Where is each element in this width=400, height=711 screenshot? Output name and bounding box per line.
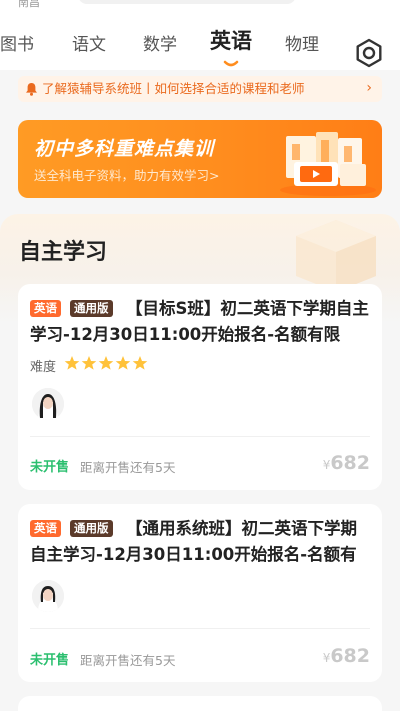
- teacher-avatar[interactable]: [32, 388, 64, 420]
- tab-physics[interactable]: 物理: [285, 34, 319, 56]
- notice-bar[interactable]: 了解猿辅导系统班丨如何选择合适的课程和老师 ›: [18, 76, 382, 102]
- star-icon: [98, 356, 114, 370]
- promo-banner[interactable]: 初中多科重难点集训 送全科电子资料，助力有效学习>: [18, 120, 382, 198]
- tab-books[interactable]: 图书: [0, 34, 34, 56]
- sale-status: 未开售: [30, 460, 70, 475]
- section-title: 自主学习: [19, 240, 108, 265]
- difficulty-label: 难度: [30, 360, 57, 375]
- course-price: ¥682: [323, 645, 370, 667]
- banner-title: 初中多科重难点集训: [34, 138, 215, 160]
- banner-subtitle: 送全科电子资料，助力有效学习>: [34, 168, 220, 183]
- books-illustration: [280, 132, 376, 196]
- tab-chinese[interactable]: 语文: [72, 34, 106, 56]
- price-amount: 682: [330, 452, 370, 474]
- search-box[interactable]: [78, 0, 296, 4]
- teacher-avatar[interactable]: [32, 580, 64, 612]
- teacher-avatar-image: [32, 580, 64, 612]
- course-title: 【目标S班】初二英语下学期自主学习-12月30日11:00开始报名-名额有限: [30, 299, 369, 344]
- tab-math[interactable]: 数学: [143, 34, 177, 56]
- star-icon: [64, 356, 80, 370]
- tab-english[interactable]: 英语: [210, 30, 252, 52]
- course-card[interactable]: 英语 通用版 【目标S班】初二英语下学期自主学习-12月30日11:00开始报名…: [18, 284, 382, 490]
- card-divider: [30, 628, 370, 629]
- star-icon: [132, 356, 148, 370]
- price-amount: 682: [330, 645, 370, 667]
- star-icon: [81, 356, 97, 370]
- bell-icon: [26, 83, 37, 96]
- course-title: 【通用系统班】初二英语下学期自主学习-12月30日11:00开始报名-名额有限: [30, 519, 357, 564]
- teacher-avatar-image: [32, 388, 64, 420]
- settings-icon[interactable]: [354, 38, 384, 68]
- active-tab-indicator: [223, 60, 239, 67]
- card-divider: [30, 436, 370, 437]
- course-card[interactable]: 英语 通用版 【通用系统班】初二英语下学期自主学习-12月30日11:00开始报…: [18, 504, 382, 682]
- status-bar: 南昌: [0, 0, 400, 9]
- course-price: ¥682: [323, 452, 370, 474]
- subject-tabs: 图书 语文 数学 英语 物理: [0, 8, 400, 70]
- chevron-right-icon: ›: [366, 80, 372, 96]
- sale-status: 未开售: [30, 653, 70, 668]
- sale-countdown: 距离开售还有5天: [80, 653, 176, 668]
- sale-countdown: 距离开售还有5天: [80, 460, 176, 475]
- difficulty-stars: [64, 355, 149, 371]
- course-card[interactable]: [18, 696, 382, 711]
- notice-text: 了解猿辅导系统班丨如何选择合适的课程和老师: [42, 81, 305, 96]
- star-icon: [115, 356, 131, 370]
